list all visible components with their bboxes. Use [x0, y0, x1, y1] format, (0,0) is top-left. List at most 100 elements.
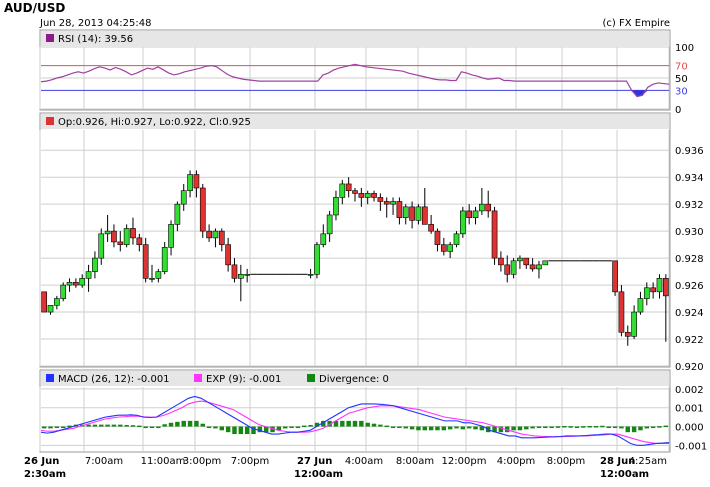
candle-body	[237, 273, 244, 279]
divergence-bar	[175, 421, 180, 427]
candle-body	[212, 230, 219, 239]
price-ytick-label: 0.936	[675, 146, 704, 157]
candle-body	[47, 305, 54, 313]
x-tick-label: 12:00pm	[442, 456, 487, 467]
divergence-bar	[466, 426, 472, 429]
candle-body	[637, 298, 644, 313]
divergence-bar	[593, 425, 599, 428]
macd-legend-swatch	[46, 374, 54, 382]
macd-ytick-label: -0.001	[675, 441, 707, 452]
candle-body	[415, 206, 422, 221]
x-tick-label: 8:00pm	[547, 456, 586, 467]
divergence-bar	[86, 424, 91, 427]
x-tick-label: 11:00am	[141, 456, 186, 467]
candle-body	[650, 287, 656, 293]
candle-body	[104, 230, 111, 235]
price-ytick-label: 0.934	[675, 173, 704, 184]
divergence-bar	[517, 426, 523, 431]
macd-panel: MACD (26, 12): -0.001 EXP (9): -0.001 Di…	[39, 369, 707, 453]
candle-body	[453, 233, 460, 245]
price-ytick-label: 0.930	[675, 227, 704, 238]
divergence-bar	[187, 420, 193, 427]
divergence-bar	[225, 426, 231, 433]
candle-body	[656, 278, 663, 293]
candle-body	[390, 201, 396, 205]
divergence-bar	[536, 426, 542, 429]
candle-body	[364, 193, 371, 198]
candle-body	[517, 257, 523, 262]
candle-body	[85, 271, 92, 279]
x-tick-label: 12:00am	[294, 469, 343, 480]
divergence-bar	[111, 424, 117, 427]
candle-body	[396, 201, 403, 218]
divergence-bar	[543, 426, 548, 429]
candle-body	[339, 183, 346, 198]
divergence-bar	[568, 426, 573, 428]
divergence-bar	[612, 426, 618, 429]
divergence-bar	[302, 425, 307, 428]
divergence-bar	[403, 426, 408, 429]
divergence-bar	[587, 425, 592, 428]
candle-body	[352, 190, 358, 194]
divergence-bar	[200, 423, 205, 427]
divergence-bar	[295, 426, 301, 429]
price-ytick-label: 0.932	[675, 200, 704, 211]
candle-body	[314, 244, 320, 275]
candle-body	[206, 230, 212, 239]
candle-body	[155, 271, 162, 279]
divergence-bar	[657, 426, 662, 428]
x-tick-label: 4:25am	[629, 456, 667, 467]
candle-body	[168, 224, 174, 248]
rsi-ytick-label: 50	[675, 74, 688, 85]
divergence-bar	[181, 420, 186, 427]
divergence-bar	[232, 426, 237, 435]
candle-body	[643, 287, 650, 299]
divergence-bar	[213, 426, 218, 429]
symbol-title: AUD/USD	[4, 1, 65, 15]
rsi-yticks: 100 705030 0	[675, 43, 694, 116]
candle-body	[199, 187, 206, 232]
candle-body	[371, 193, 377, 198]
divergence-bar	[638, 426, 643, 431]
price-panel: Op:0.926, Hi:0.927, Lo:0.922, Cl:0.925 0…	[39, 112, 704, 373]
candle-body	[231, 264, 238, 279]
divergence-bar	[644, 426, 650, 429]
candle-body	[98, 233, 105, 259]
divergence-bar	[143, 426, 148, 429]
divergence-bar	[511, 426, 516, 431]
candle-body	[79, 278, 86, 286]
candle-body	[60, 284, 67, 299]
candle-body	[421, 206, 428, 225]
candle-body	[523, 257, 530, 266]
price-ytick-label: 0.928	[675, 254, 704, 265]
candle-body	[225, 244, 231, 266]
fx-chart: AUD/USD Jun 28, 2013 04:25:48 (c) FX Emp…	[4, 1, 707, 480]
x-tick-label: 27 Jun	[297, 456, 332, 467]
x-tick-label: 12:00am	[600, 469, 649, 480]
divergence-bar	[460, 426, 466, 430]
price-ytick-label: 0.926	[675, 281, 704, 292]
divergence-bar	[346, 420, 351, 427]
x-tick-label: 2:30am	[24, 469, 66, 480]
divergence-legend-swatch	[307, 374, 315, 382]
candle-body	[631, 311, 637, 337]
candle-body	[320, 233, 327, 245]
candle-body	[66, 282, 73, 286]
divergence-bar	[422, 426, 427, 431]
divergence-bar	[473, 426, 478, 430]
divergence-bar	[549, 426, 554, 429]
candle-body	[161, 247, 168, 272]
x-axis: 26 Jun 2:30am 7:00am 11:00am3:00pm 7:00pm 27 …	[24, 456, 667, 480]
rsi-ytick-label: 70	[675, 62, 688, 73]
divergence-bar	[283, 426, 288, 429]
divergence-bar	[524, 426, 529, 430]
divergence-bar	[162, 424, 167, 427]
macd-yticks: 0.002 0.001 0.000 -0.001	[675, 385, 707, 452]
divergence-bar	[435, 426, 440, 431]
candle-body	[307, 273, 314, 276]
divergence-bar	[308, 425, 313, 427]
macd-ytick-label: 0.000	[675, 423, 704, 434]
divergence-bar	[156, 426, 161, 429]
divergence-bar	[441, 426, 447, 431]
candle-body	[662, 278, 669, 297]
